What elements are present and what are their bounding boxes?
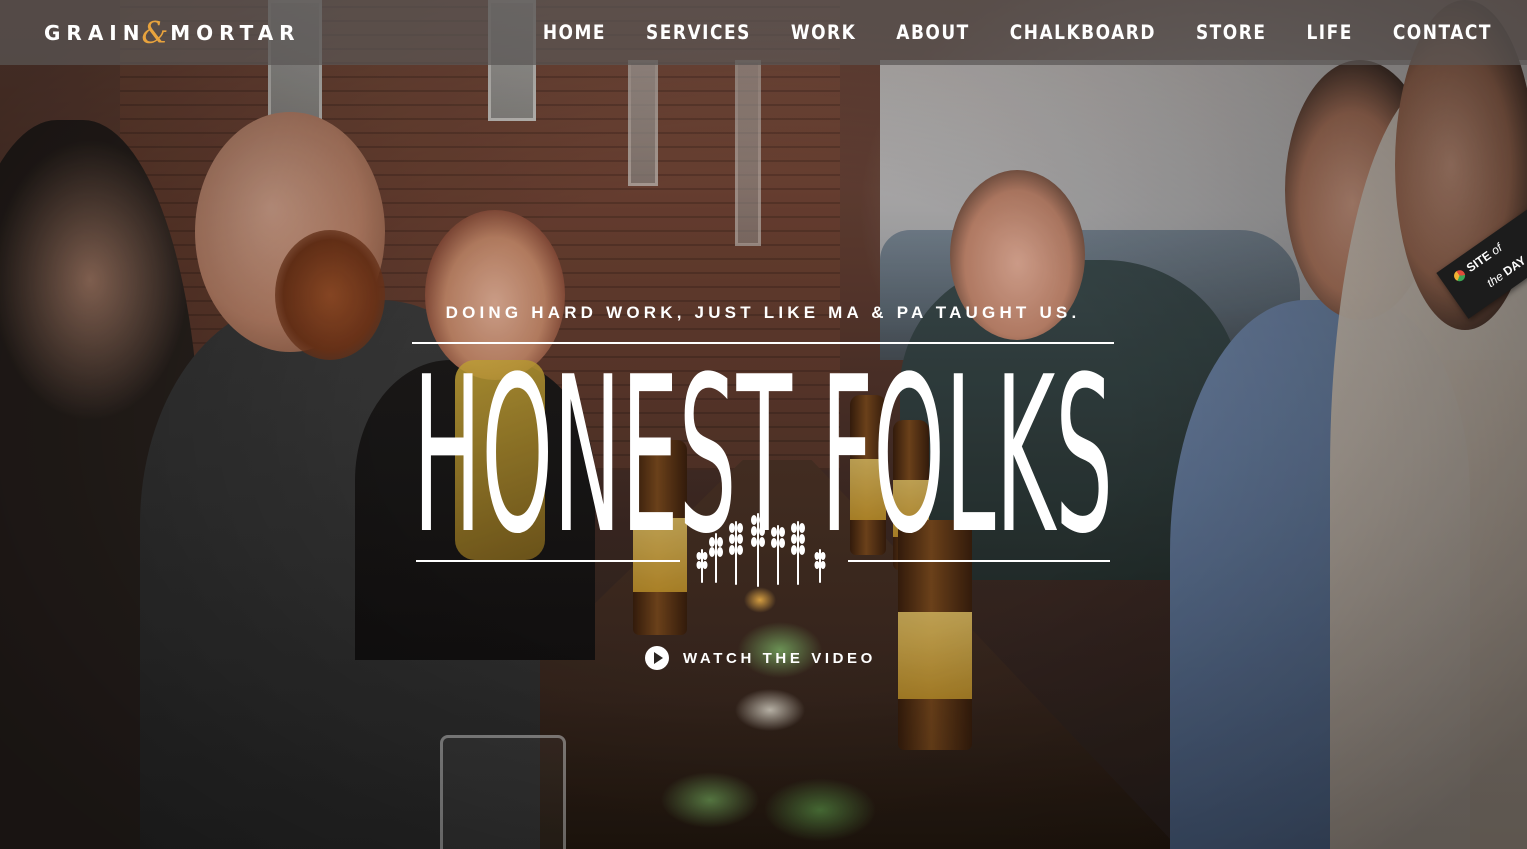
nav-item-store[interactable]: STORE [1196,21,1267,44]
wheat-icon [696,513,826,587]
nav-item-contact[interactable]: CONTACT [1393,21,1492,44]
watch-video-label: WATCH THE VIDEO [683,649,876,667]
logo-text-mortar: MORTAR [170,21,301,45]
nav-item-services[interactable]: SERVICES [646,21,751,44]
badge-day: DAY [1500,253,1527,279]
nav-item-chalkboard[interactable]: CHALKBOARD [1010,21,1156,44]
hero-rule-bottom-right [848,560,1110,562]
badge-site: SITE [1463,248,1494,276]
hero-headline: HONEST FOLKS [413,340,1113,540]
watch-video-button[interactable]: WATCH THE VIDEO [645,645,876,671]
site-logo[interactable]: GRAIN & MORTAR [44,15,301,51]
logo-ampersand: & [141,15,169,51]
badge-of: of [1488,240,1505,258]
play-icon [645,646,669,670]
nav-item-work[interactable]: WORK [791,21,856,44]
nav-item-home[interactable]: HOME [543,21,606,44]
hero-tagline: DOING HARD WORK, JUST LIKE MA & PA TAUGH… [445,303,1081,322]
hero-lockup: DOING HARD WORK, JUST LIKE MA & PA TAUGH… [412,300,1114,670]
badge-the: the [1484,269,1506,291]
logo-text-grain: GRAIN [44,21,146,45]
nav-item-life[interactable]: LIFE [1306,21,1352,44]
main-nav: HOME SERVICES WORK ABOUT CHALKBOARD STOR… [543,0,1492,65]
awwwards-icon [1451,268,1468,284]
hero-rule-bottom-left [416,560,680,562]
top-navbar: GRAIN & MORTAR HOME SERVICES WORK ABOUT … [0,0,1527,65]
nav-item-about[interactable]: ABOUT [896,21,969,44]
page: GRAIN & MORTAR HOME SERVICES WORK ABOUT … [0,0,1527,849]
hero-headline-text: HONEST FOLKS [413,340,1113,540]
